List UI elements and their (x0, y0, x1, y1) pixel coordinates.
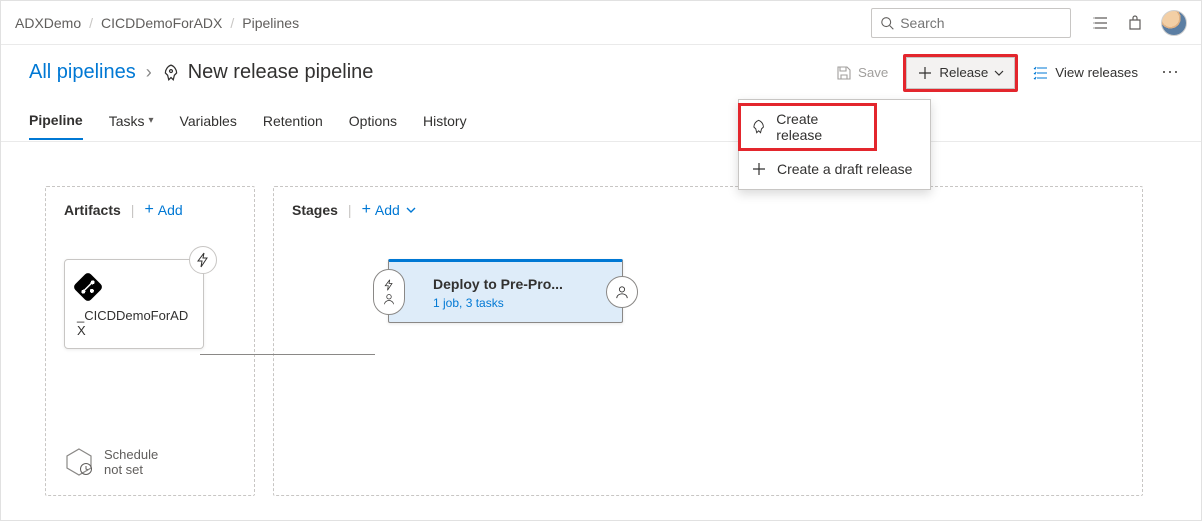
plus-icon (917, 65, 933, 81)
tab-variables[interactable]: Variables (180, 103, 237, 139)
list-check-icon (1033, 65, 1049, 81)
stages-header: Stages (292, 202, 338, 218)
tab-options[interactable]: Options (349, 103, 397, 139)
top-bar: ADXDemo / CICDDemoForADX / Pipelines (1, 1, 1201, 45)
save-button: Save (825, 57, 899, 89)
breadcrumb-section[interactable]: Pipelines (242, 15, 299, 31)
schedule-label: Schedule not set (104, 447, 158, 477)
create-release-item[interactable]: Create release (738, 103, 877, 151)
save-icon (836, 65, 852, 81)
lightning-icon (383, 279, 395, 291)
person-icon (615, 285, 629, 299)
list-icon[interactable] (1093, 15, 1109, 31)
search-input[interactable] (900, 15, 1062, 31)
artifact-card[interactable]: _CICDDemoForADX (64, 259, 204, 349)
release-dropdown: Create release Create a draft release (738, 99, 931, 190)
all-pipelines-link[interactable]: All pipelines (29, 61, 136, 84)
artifact-name: _CICDDemoForADX (77, 308, 191, 338)
breadcrumb-repo[interactable]: CICDDemoForADX (101, 15, 222, 31)
stage-pre-conditions[interactable] (373, 269, 405, 315)
tab-tasks[interactable]: Tasks ▾ (109, 103, 154, 139)
pipeline-canvas: Artifacts | + Add _CICDDemoForADX Schedu… (1, 142, 1201, 516)
tabs: Pipeline Tasks ▾ Variables Retention Opt… (1, 100, 1201, 142)
artifacts-header: Artifacts (64, 202, 121, 218)
chevron-right-icon: › (146, 62, 152, 83)
breadcrumb: ADXDemo / CICDDemoForADX / Pipelines (15, 15, 299, 31)
release-button[interactable]: Release (906, 57, 1015, 89)
rocket-icon (162, 64, 180, 82)
git-icon (72, 271, 103, 302)
tab-retention[interactable]: Retention (263, 103, 323, 139)
stages-panel: Stages | + Add Deploy to Pre-Pro... 1 jo… (273, 186, 1143, 496)
person-icon (383, 293, 395, 305)
search-box[interactable] (871, 8, 1071, 38)
bag-icon[interactable] (1127, 15, 1143, 31)
add-stage-button[interactable]: + Add (362, 201, 416, 219)
chevron-down-icon (994, 68, 1004, 78)
stage-subtitle-link[interactable]: 1 job, 3 tasks (433, 296, 578, 310)
artifacts-panel: Artifacts | + Add _CICDDemoForADX Schedu… (45, 186, 255, 496)
artifact-trigger-badge[interactable] (189, 246, 217, 274)
tab-history[interactable]: History (423, 103, 467, 139)
plus-icon (751, 161, 767, 177)
plus-icon: + (362, 201, 371, 219)
chevron-down-icon: ▾ (148, 115, 153, 126)
tab-pipeline[interactable]: Pipeline (29, 102, 83, 140)
connector-line (200, 354, 375, 355)
title-row: All pipelines › New release pipeline Sav… (1, 45, 1201, 100)
stage-card[interactable]: Deploy to Pre-Pro... 1 job, 3 tasks (388, 259, 623, 323)
search-icon (880, 15, 894, 31)
avatar[interactable] (1161, 10, 1187, 36)
more-options[interactable]: ⋯ (1153, 58, 1187, 87)
breadcrumb-project[interactable]: ADXDemo (15, 15, 81, 31)
stage-post-conditions[interactable] (606, 276, 638, 308)
rocket-icon (751, 119, 766, 135)
stage-title: Deploy to Pre-Pro... (433, 276, 578, 292)
chevron-down-icon (406, 205, 416, 215)
create-draft-release-item[interactable]: Create a draft release (739, 153, 930, 185)
release-button-highlight: Release (903, 54, 1018, 92)
breadcrumb-sep: / (230, 15, 234, 31)
add-artifact-button[interactable]: + Add (144, 201, 182, 219)
view-releases-button[interactable]: View releases (1022, 57, 1149, 89)
breadcrumb-sep: / (89, 15, 93, 31)
lightning-icon (195, 252, 211, 268)
artifact-schedule[interactable]: Schedule not set (64, 447, 158, 477)
page-title: New release pipeline (188, 61, 374, 84)
plus-icon: + (144, 201, 153, 219)
